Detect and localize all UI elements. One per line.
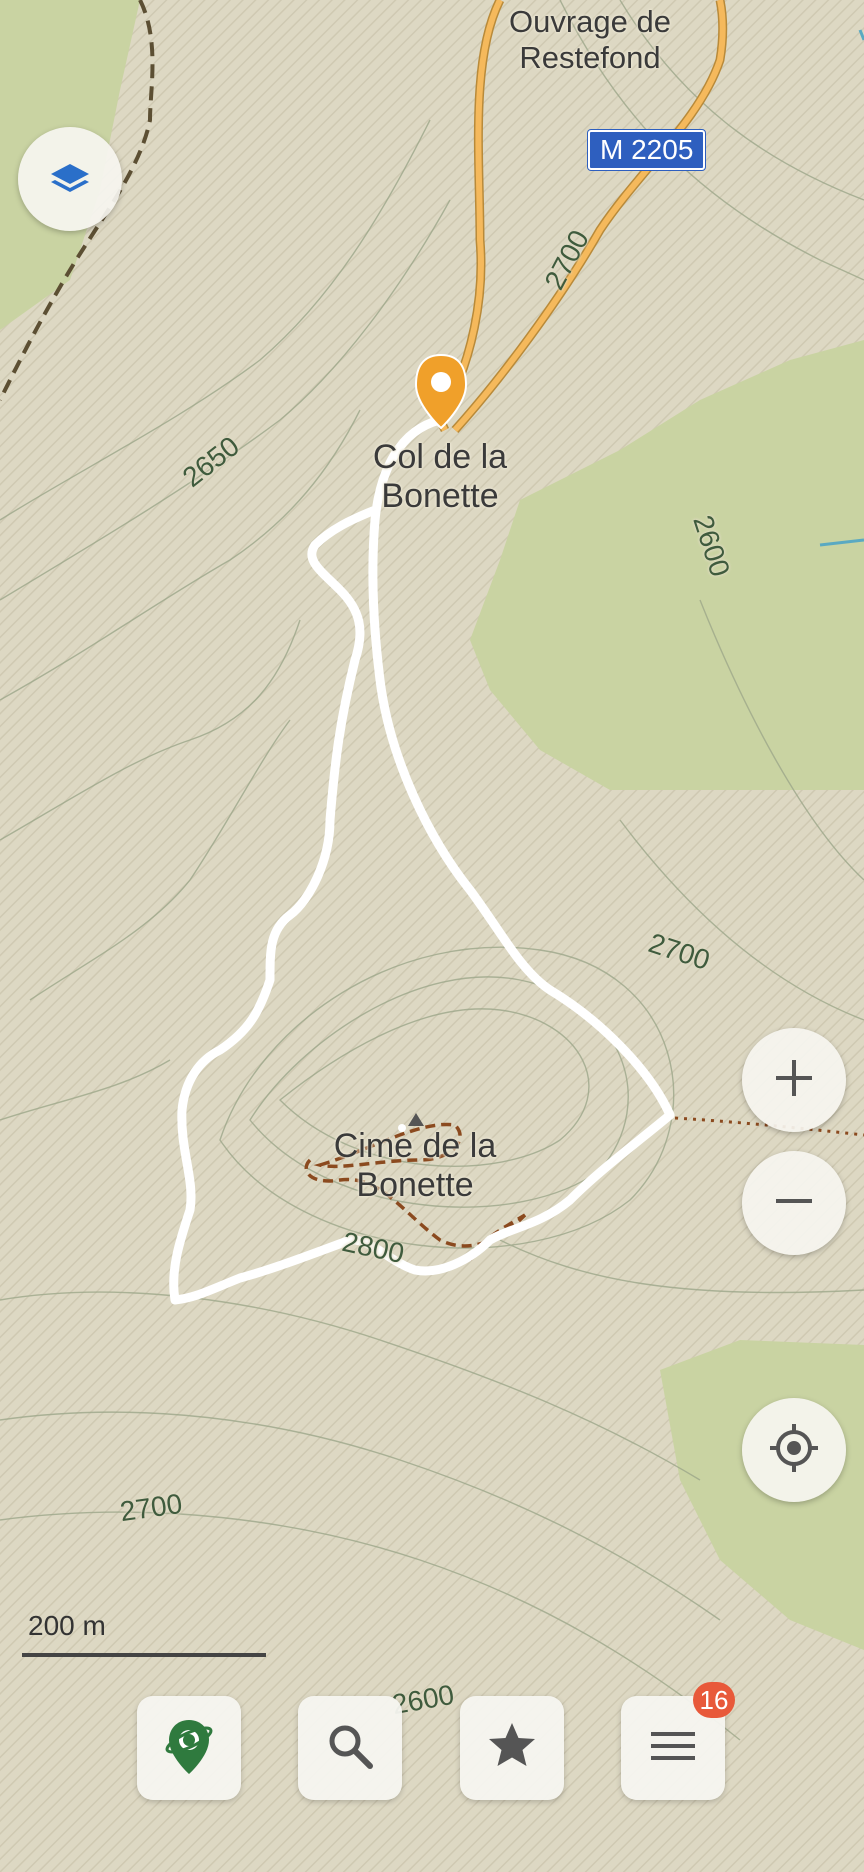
scale-bar — [22, 1653, 266, 1657]
road-shield: M 2205 — [588, 130, 706, 170]
my-location-button[interactable] — [742, 1398, 846, 1502]
menu-button[interactable]: 16 — [621, 1682, 735, 1800]
star-icon — [484, 1718, 540, 1779]
map-canvas[interactable] — [0, 0, 864, 1872]
minus-icon — [770, 1177, 818, 1230]
summit-dot — [398, 1124, 406, 1132]
search-icon — [324, 1720, 376, 1777]
zoom-in-button[interactable] — [742, 1028, 846, 1132]
crosshair-icon — [766, 1420, 822, 1481]
layers-button[interactable] — [18, 127, 122, 231]
zoom-out-button[interactable] — [742, 1151, 846, 1255]
notification-badge: 16 — [693, 1682, 735, 1718]
planet-pin-icon — [159, 1714, 219, 1783]
plus-icon — [770, 1054, 818, 1107]
layers-icon — [45, 152, 95, 207]
search-button[interactable] — [298, 1696, 402, 1800]
scale-label: 200 m — [28, 1610, 106, 1641]
favorites-button[interactable] — [460, 1696, 564, 1800]
explore-button[interactable] — [137, 1696, 241, 1800]
menu-icon — [647, 1720, 699, 1777]
